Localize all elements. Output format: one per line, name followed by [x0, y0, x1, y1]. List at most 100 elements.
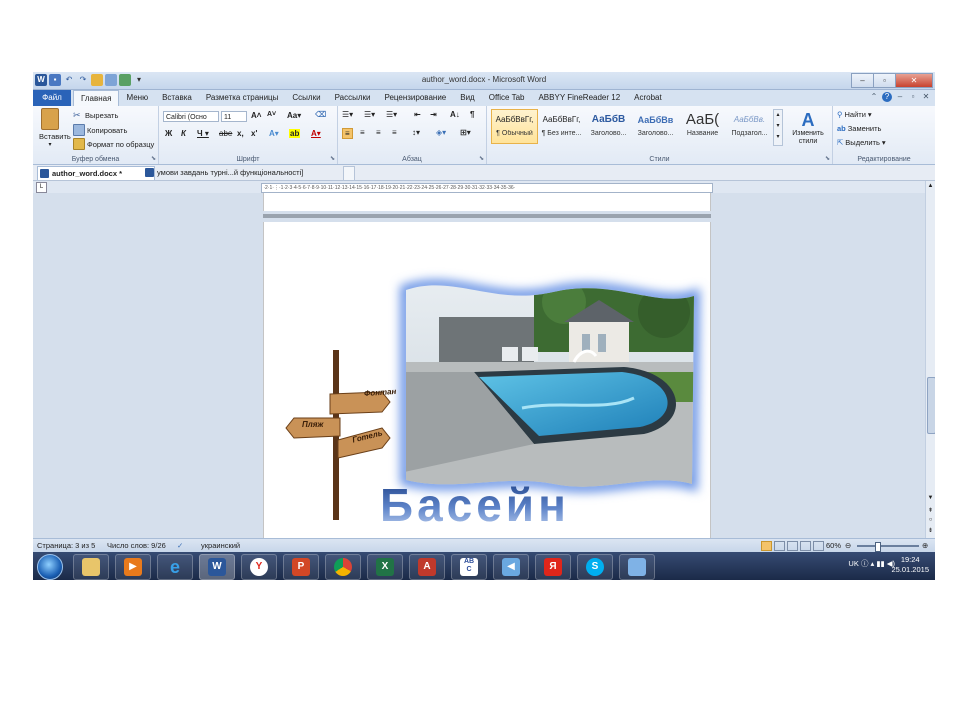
- strikethrough-button[interactable]: abe: [219, 129, 232, 138]
- outline-icon[interactable]: [800, 541, 811, 551]
- new-tab-button[interactable]: [343, 166, 355, 181]
- tab-acrobat[interactable]: Acrobat: [627, 90, 669, 106]
- tab-review[interactable]: Рецензирование: [377, 90, 453, 106]
- maximize-button[interactable]: ▫: [873, 73, 896, 88]
- italic-button[interactable]: К: [181, 129, 186, 138]
- decrease-indent-button[interactable]: ⇤: [414, 110, 421, 119]
- find-button[interactable]: ⚲ Найти ▾: [837, 110, 872, 119]
- zoom-slider-thumb[interactable]: [875, 542, 881, 552]
- tab-view[interactable]: Вид: [453, 90, 481, 106]
- network-icon[interactable]: ▮▮: [876, 559, 886, 568]
- dialog-launcher-icon[interactable]: ⬊: [330, 155, 335, 162]
- draft-icon[interactable]: [813, 541, 824, 551]
- reading-view-icon[interactable]: [774, 541, 785, 551]
- increase-indent-button[interactable]: ⇥: [430, 110, 437, 119]
- dialog-launcher-icon[interactable]: ⬊: [825, 155, 830, 162]
- taskbar-word[interactable]: W: [199, 554, 235, 580]
- shading-button[interactable]: ◈▾: [436, 128, 446, 137]
- tab-abbyy[interactable]: ABBYY FineReader 12: [531, 90, 627, 106]
- clear-format-icon[interactable]: ⌫: [315, 110, 326, 119]
- taskbar-chrome[interactable]: [325, 554, 361, 580]
- taskbar-screen[interactable]: [619, 554, 655, 580]
- tab-page-layout[interactable]: Разметка страницы: [199, 90, 286, 106]
- change-case-button[interactable]: Aa▾: [287, 111, 301, 120]
- close-button[interactable]: ✕: [895, 73, 933, 88]
- change-styles-button[interactable]: A Изменить стили: [785, 110, 831, 146]
- tab-mailings[interactable]: Рассылки: [328, 90, 378, 106]
- font-size-field[interactable]: 11: [221, 111, 247, 122]
- align-right-button[interactable]: ≡: [376, 128, 381, 137]
- tab-insert[interactable]: Вставка: [155, 90, 199, 106]
- taskbar-skype[interactable]: S: [577, 554, 613, 580]
- taskbar-abc[interactable]: AB C: [451, 554, 487, 580]
- doc-tab-umovy[interactable]: умови завдань турні...й функціональності…: [143, 166, 353, 179]
- word-count[interactable]: Число слов: 9/26: [107, 541, 166, 550]
- dialog-launcher-icon[interactable]: ⬊: [479, 155, 484, 162]
- taskbar-volume-app[interactable]: ◀: [493, 554, 529, 580]
- tab-references[interactable]: Ссылки: [285, 90, 327, 106]
- select-button[interactable]: ⇱ Выделить ▾: [837, 138, 886, 147]
- multilevel-list-button[interactable]: ☰▾: [386, 110, 397, 119]
- subscript-button[interactable]: x,: [237, 129, 244, 138]
- minimize-ribbon-icon[interactable]: ⌃: [869, 92, 879, 102]
- doc-close-icon[interactable]: ✕: [921, 92, 931, 102]
- scroll-up-icon[interactable]: ▲: [926, 183, 935, 189]
- tab-file[interactable]: Файл: [33, 90, 71, 106]
- clock[interactable]: 19:24 25.01.2015: [891, 555, 929, 575]
- justify-button[interactable]: ≡: [392, 128, 397, 137]
- paste-button[interactable]: Вставить ▾: [39, 108, 71, 154]
- zoom-out-icon[interactable]: ⊖: [845, 541, 851, 550]
- help-icon[interactable]: ⓘ: [861, 559, 871, 568]
- grow-font-button[interactable]: A˄: [251, 111, 261, 120]
- zoom-slider[interactable]: [857, 545, 919, 547]
- style-heading1[interactable]: АаБбВ Заголово...: [585, 109, 632, 144]
- taskbar-powerpoint[interactable]: P: [283, 554, 319, 580]
- horizontal-ruler[interactable]: ·2·1·⋮·1·2·3·4·5·6·7·8·9·10·11·12·13·14·…: [261, 183, 713, 193]
- taskbar-yandex[interactable]: Я: [535, 554, 571, 580]
- font-color-button[interactable]: A▾: [311, 129, 321, 138]
- copy-button[interactable]: Копировать: [73, 124, 127, 136]
- scroll-down-icon[interactable]: ▼: [926, 495, 935, 501]
- style-normal[interactable]: АаБбВвГг, ¶ Обычный: [491, 109, 538, 144]
- minimize-button[interactable]: –: [851, 73, 874, 88]
- doc-minimize-icon[interactable]: –: [895, 92, 905, 102]
- language-indicator[interactable]: украинский: [201, 541, 240, 550]
- next-page-icon[interactable]: ⇟: [926, 527, 935, 534]
- underline-button[interactable]: Ч ▾: [197, 129, 209, 138]
- browse-object-icon[interactable]: ○: [926, 517, 935, 523]
- cut-button[interactable]: ✂ Вырезать: [73, 110, 118, 120]
- pilcrow-icon[interactable]: ¶: [470, 110, 474, 119]
- styles-scroll[interactable]: ▴ ▾ ▾: [773, 109, 783, 146]
- web-layout-icon[interactable]: [787, 541, 798, 551]
- language-indicator[interactable]: UK: [848, 559, 858, 568]
- highlight-button[interactable]: ab: [289, 129, 301, 138]
- style-subtitle[interactable]: АаБбВв. Подзагол...: [726, 109, 773, 144]
- doc-tab-author-word[interactable]: author_word.docx * ✕: [37, 166, 155, 180]
- numbering-button[interactable]: ☰▾: [364, 110, 375, 119]
- print-layout-icon[interactable]: [761, 541, 772, 551]
- borders-button[interactable]: ⊞▾: [460, 128, 471, 137]
- taskbar-explorer[interactable]: [73, 554, 109, 580]
- font-name-field[interactable]: Calibri (Осно: [163, 111, 219, 122]
- taskbar-ie[interactable]: e: [157, 554, 193, 580]
- scroll-thumb[interactable]: [927, 377, 935, 434]
- tab-selector-icon[interactable]: L: [36, 182, 47, 193]
- vertical-scrollbar[interactable]: ▲ ▼ ⇞ ○ ⇟: [925, 181, 935, 538]
- align-left-button[interactable]: ≡: [342, 128, 353, 139]
- bullets-button[interactable]: ☰▾: [342, 110, 353, 119]
- style-title[interactable]: АаБ( Название: [679, 109, 726, 144]
- taskbar-media-player[interactable]: ▶: [115, 554, 151, 580]
- doc-restore-icon[interactable]: ▫: [908, 92, 918, 102]
- page-count[interactable]: Страница: 3 из 5: [37, 541, 95, 550]
- bold-button[interactable]: Ж: [165, 129, 172, 138]
- proofing-icon[interactable]: ✓: [177, 541, 183, 550]
- tab-menu[interactable]: Меню: [119, 90, 155, 106]
- prev-page-icon[interactable]: ⇞: [926, 507, 935, 514]
- tab-home[interactable]: Главная: [73, 90, 120, 106]
- replace-button[interactable]: ab Заменить: [837, 124, 881, 133]
- style-heading2[interactable]: АаБбВв Заголово...: [632, 109, 679, 144]
- format-painter-button[interactable]: Формат по образцу: [73, 138, 154, 150]
- shrink-font-button[interactable]: A˅: [267, 111, 276, 118]
- dialog-launcher-icon[interactable]: ⬊: [151, 155, 156, 162]
- tab-office-tab[interactable]: Office Tab: [482, 90, 532, 106]
